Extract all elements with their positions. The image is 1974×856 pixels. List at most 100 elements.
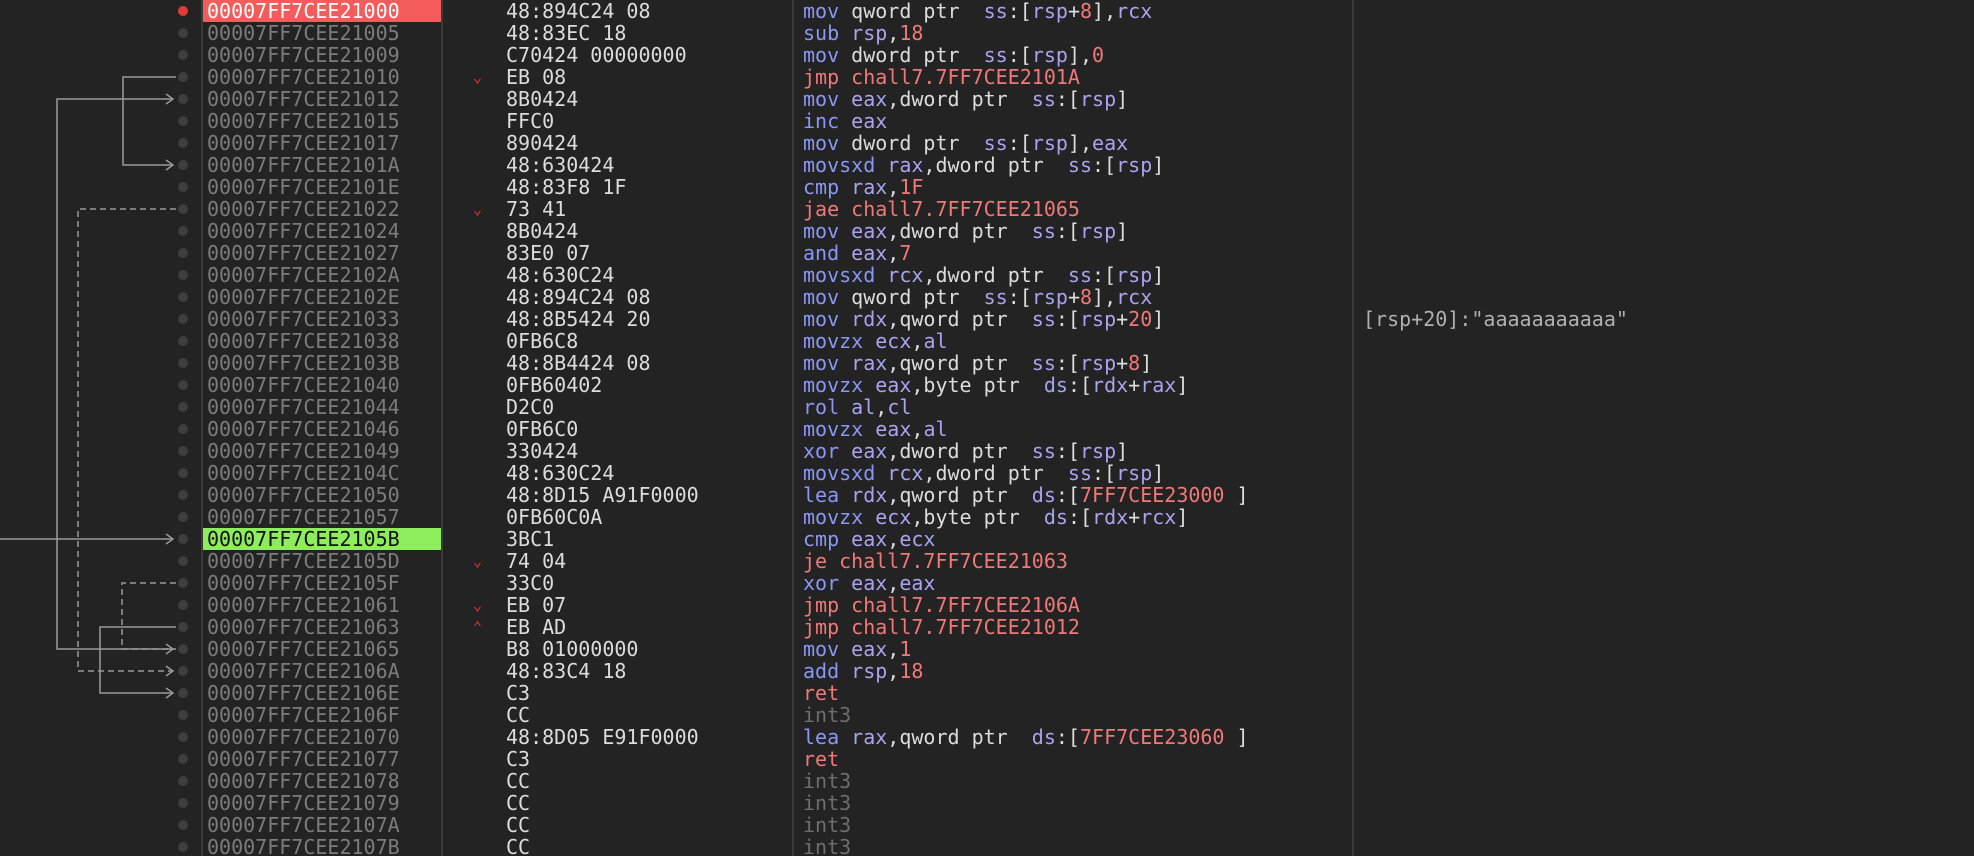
address[interactable]: 00007FF7CEE21061 xyxy=(203,594,441,616)
instruction[interactable]: movsxd rcx,dword ptr ss:[rsp] xyxy=(803,462,1164,484)
disassembly-row[interactable]: 00007FF7CEE21000 48:894C24 08 mov qword pt… xyxy=(0,0,1974,22)
address[interactable]: 00007FF7CEE2106E xyxy=(203,682,441,704)
address[interactable]: 00007FF7CEE2105B xyxy=(203,528,441,550)
address[interactable]: 00007FF7CEE21005 xyxy=(203,22,441,44)
instruction[interactable]: xor eax,eax xyxy=(803,572,935,594)
address[interactable]: 00007FF7CEE21078 xyxy=(203,770,441,792)
disassembly-row[interactable]: 00007FF7CEE21033 48:8B5424 20 mov rdx,qwor… xyxy=(0,308,1974,330)
instruction[interactable]: cmp eax,ecx xyxy=(803,528,935,550)
instruction[interactable]: movsxd rcx,dword ptr ss:[rsp] xyxy=(803,264,1164,286)
instruction[interactable]: ret xyxy=(803,748,839,770)
disassembly-row[interactable]: 00007FF7CEE21077 C3 ret xyxy=(0,748,1974,770)
breakpoint-slot-icon[interactable] xyxy=(178,424,188,434)
instruction[interactable]: je chall7.7FF7CEE21063 xyxy=(803,550,1068,572)
breakpoint-slot-icon[interactable] xyxy=(178,380,188,390)
address[interactable]: 00007FF7CEE21038 xyxy=(203,330,441,352)
disassembly-row[interactable]: 00007FF7CEE21049 330424 xor eax,dword ptr … xyxy=(0,440,1974,462)
address[interactable]: 00007FF7CEE2107A xyxy=(203,814,441,836)
breakpoint-slot-icon[interactable] xyxy=(178,556,188,566)
disassembly-row[interactable]: 00007FF7CEE2102E 48:894C24 08 mov qword pt… xyxy=(0,286,1974,308)
disassembly-row[interactable]: 00007FF7CEE21005 48:83EC 18 sub rsp,18 xyxy=(0,22,1974,44)
disassembly-row[interactable]: 00007FF7CEE21063 ⌃ EB AD jmp chall7.7FF7CEE… xyxy=(0,616,1974,638)
instruction[interactable]: int3 xyxy=(803,704,851,726)
breakpoint-slot-icon[interactable] xyxy=(178,798,188,808)
instruction[interactable]: int3 xyxy=(803,770,851,792)
instruction[interactable]: xor eax,dword ptr ss:[rsp] xyxy=(803,440,1128,462)
instruction[interactable]: movzx eax,byte ptr ds:[rdx+rax] xyxy=(803,374,1188,396)
instruction[interactable]: rol al,cl xyxy=(803,396,911,418)
breakpoint-slot-icon[interactable] xyxy=(178,182,188,192)
breakpoint-slot-icon[interactable] xyxy=(178,820,188,830)
breakpoint-slot-icon[interactable] xyxy=(178,116,188,126)
instruction[interactable]: mov qword ptr ss:[rsp+8],rcx xyxy=(803,286,1152,308)
instruction[interactable]: mov rdx,qword ptr ss:[rsp+20] xyxy=(803,308,1164,330)
instruction[interactable]: movzx eax,al xyxy=(803,418,948,440)
instruction[interactable]: movsxd rax,dword ptr ss:[rsp] xyxy=(803,154,1164,176)
instruction[interactable]: mov eax,dword ptr ss:[rsp] xyxy=(803,220,1128,242)
breakpoint-slot-icon[interactable] xyxy=(178,292,188,302)
breakpoint-slot-icon[interactable] xyxy=(178,160,188,170)
breakpoint-slot-icon[interactable] xyxy=(178,622,188,632)
breakpoint-slot-icon[interactable] xyxy=(178,402,188,412)
disassembly-row[interactable]: 00007FF7CEE2105D ⌄ 74 04 je chall7.7FF7CEE2… xyxy=(0,550,1974,572)
instruction[interactable]: mov eax,1 xyxy=(803,638,911,660)
disassembly-row[interactable]: 00007FF7CEE2107A CC int3 xyxy=(0,814,1974,836)
breakpoint-slot-icon[interactable] xyxy=(178,776,188,786)
breakpoint-slot-icon[interactable] xyxy=(178,226,188,236)
breakpoint-slot-icon[interactable] xyxy=(178,490,188,500)
breakpoint-slot-icon[interactable] xyxy=(178,754,188,764)
breakpoint-slot-icon[interactable] xyxy=(178,710,188,720)
address[interactable]: 00007FF7CEE21033 xyxy=(203,308,441,330)
disassembly-row[interactable]: 00007FF7CEE2105F 33C0 xor eax,eax xyxy=(0,572,1974,594)
address[interactable]: 00007FF7CEE21009 xyxy=(203,44,441,66)
breakpoint-slot-icon[interactable] xyxy=(178,688,188,698)
disassembly-view[interactable]: 00007FF7CEE21000 48:894C24 08 mov qword pt… xyxy=(0,0,1974,856)
instruction[interactable]: int3 xyxy=(803,792,851,814)
disassembly-row[interactable]: 00007FF7CEE2101E 48:83F8 1F cmp rax,1F xyxy=(0,176,1974,198)
disassembly-row[interactable]: 00007FF7CEE2106E C3 ret xyxy=(0,682,1974,704)
disassembly-row[interactable]: 00007FF7CEE2106F CC int3 xyxy=(0,704,1974,726)
disassembly-row[interactable]: 00007FF7CEE21027 83E0 07 and eax,7 xyxy=(0,242,1974,264)
instruction[interactable]: int3 xyxy=(803,814,851,836)
address[interactable]: 00007FF7CEE21024 xyxy=(203,220,441,242)
breakpoint-slot-icon[interactable] xyxy=(178,72,188,82)
instruction[interactable]: cmp rax,1F xyxy=(803,176,923,198)
instruction[interactable]: mov dword ptr ss:[rsp],0 xyxy=(803,44,1104,66)
address[interactable]: 00007FF7CEE2101E xyxy=(203,176,441,198)
disassembly-row[interactable]: 00007FF7CEE2107B CC int3 xyxy=(0,836,1974,856)
disassembly-row[interactable]: 00007FF7CEE21010 ⌄ EB 08 jmp chall7.7FF7CEE… xyxy=(0,66,1974,88)
address[interactable]: 00007FF7CEE21077 xyxy=(203,748,441,770)
instruction[interactable]: inc eax xyxy=(803,110,887,132)
address[interactable]: 00007FF7CEE21012 xyxy=(203,88,441,110)
instruction[interactable]: lea rax,qword ptr ds:[7FF7CEE23060 ] xyxy=(803,726,1249,748)
disassembly-row[interactable]: 00007FF7CEE2101A 48:630424 movsxd rax,dwor… xyxy=(0,154,1974,176)
instruction[interactable]: movzx ecx,byte ptr ds:[rdx+rcx] xyxy=(803,506,1188,528)
address[interactable]: 00007FF7CEE21000 xyxy=(203,0,441,22)
address[interactable]: 00007FF7CEE2103B xyxy=(203,352,441,374)
breakpoint-slot-icon[interactable] xyxy=(178,468,188,478)
disassembly-row[interactable]: 00007FF7CEE2106A 48:83C4 18 add rsp,18 xyxy=(0,660,1974,682)
disassembly-row[interactable]: 00007FF7CEE2105B 3BC1 cmp eax,ecx xyxy=(0,528,1974,550)
address[interactable]: 00007FF7CEE21046 xyxy=(203,418,441,440)
instruction[interactable]: mov eax,dword ptr ss:[rsp] xyxy=(803,88,1128,110)
breakpoint-icon[interactable] xyxy=(178,6,188,16)
disassembly-row[interactable]: 00007FF7CEE21044 D2C0 rol al,cl xyxy=(0,396,1974,418)
breakpoint-slot-icon[interactable] xyxy=(178,446,188,456)
address[interactable]: 00007FF7CEE21017 xyxy=(203,132,441,154)
address[interactable]: 00007FF7CEE21040 xyxy=(203,374,441,396)
instruction[interactable]: mov rax,qword ptr ss:[rsp+8] xyxy=(803,352,1152,374)
breakpoint-slot-icon[interactable] xyxy=(178,644,188,654)
instruction[interactable]: add rsp,18 xyxy=(803,660,923,682)
disassembly-row[interactable]: 00007FF7CEE21015 FFC0 inc eax xyxy=(0,110,1974,132)
breakpoint-slot-icon[interactable] xyxy=(178,314,188,324)
disassembly-row[interactable]: 00007FF7CEE21061 ⌄ EB 07 jmp chall7.7FF7CEE… xyxy=(0,594,1974,616)
disassembly-row[interactable]: 00007FF7CEE21078 CC int3 xyxy=(0,770,1974,792)
address[interactable]: 00007FF7CEE21049 xyxy=(203,440,441,462)
breakpoint-slot-icon[interactable] xyxy=(178,138,188,148)
instruction[interactable]: lea rdx,qword ptr ds:[7FF7CEE23000 ] xyxy=(803,484,1249,506)
disassembly-row[interactable]: 00007FF7CEE21079 CC int3 xyxy=(0,792,1974,814)
breakpoint-slot-icon[interactable] xyxy=(178,50,188,60)
address[interactable]: 00007FF7CEE21044 xyxy=(203,396,441,418)
address[interactable]: 00007FF7CEE21070 xyxy=(203,726,441,748)
disassembly-row[interactable]: 00007FF7CEE2104C 48:630C24 movsxd rcx,dwor… xyxy=(0,462,1974,484)
